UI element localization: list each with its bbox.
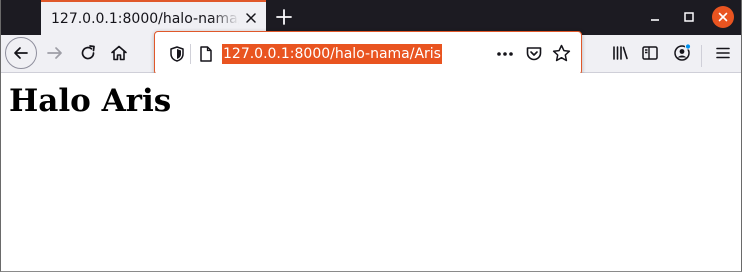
close-icon[interactable] [244,11,258,25]
toolbar-separator [701,45,702,67]
pocket-icon[interactable] [524,44,544,64]
back-button[interactable] [5,37,37,69]
browser-window: 127.0.0.1:8000/halo-nama/Aris [0,0,742,272]
url-input[interactable]: 127.0.0.1:8000/halo-nama/Aris [222,44,442,64]
page-heading: Halo Aris [9,83,172,119]
arrow-right-icon[interactable] [45,43,65,63]
maximize-icon[interactable] [680,8,698,26]
minimize-icon[interactable] [646,8,664,26]
home-icon[interactable] [109,43,129,63]
tab-active[interactable]: 127.0.0.1:8000/halo-nama/Aris [41,0,266,35]
page-icon[interactable] [198,45,214,63]
plus-icon[interactable] [274,7,294,27]
window-close-button[interactable] [712,6,734,28]
url-separator [190,44,191,64]
shield-icon[interactable] [168,45,186,63]
reload-icon[interactable] [78,43,98,63]
close-icon [718,12,728,22]
hamburger-menu-icon[interactable] [713,43,733,63]
arrow-left-icon [14,47,28,59]
account-icon[interactable] [672,43,692,63]
library-icon[interactable] [610,43,630,63]
star-icon[interactable] [551,43,572,64]
tab-title: 127.0.0.1:8000/halo-nama/Aris [51,11,239,27]
more-icon[interactable] [495,45,515,63]
url-bar[interactable]: 127.0.0.1:8000/halo-nama/Aris [154,31,582,75]
sidebar-icon[interactable] [640,43,660,63]
page-content: Halo Aris [1,73,741,271]
tab-bar: 127.0.0.1:8000/halo-nama/Aris [1,0,741,35]
